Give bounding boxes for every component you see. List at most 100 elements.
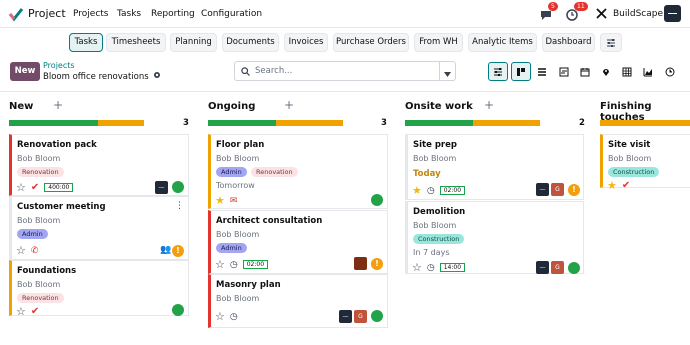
- task-tag: Construction: [608, 167, 660, 177]
- task-card[interactable]: Site prep Bob Bloom Today ★ ◷ 02:00 — G …: [405, 134, 584, 200]
- clock-icon[interactable]: ◷: [230, 312, 238, 322]
- avatar[interactable]: G: [551, 261, 564, 274]
- card-footer: ★ ✉: [215, 194, 237, 207]
- star-icon[interactable]: ☆: [16, 244, 26, 257]
- chat-button[interactable]: 5: [540, 2, 558, 25]
- tools-icon[interactable]: [596, 8, 607, 19]
- column-progress-bar[interactable]: [208, 120, 343, 126]
- task-assignee: Bob Bloom: [216, 154, 260, 163]
- warning-icon[interactable]: !: [172, 245, 184, 257]
- column-add-button[interactable]: +: [284, 98, 294, 112]
- gear-icon[interactable]: [153, 71, 161, 79]
- task-assignee: Bob Bloom: [608, 154, 652, 163]
- column-progress-bar[interactable]: [9, 120, 144, 126]
- tab-documents[interactable]: Documents: [222, 33, 279, 52]
- tab-dashboard[interactable]: Dashboard: [542, 33, 595, 52]
- view-map-button[interactable]: [596, 62, 616, 81]
- task-card[interactable]: Foundations Bob Bloom Renovation ☆ ✔: [9, 260, 189, 318]
- check-icon[interactable]: ✔: [31, 182, 39, 193]
- task-card[interactable]: Site visit Bob Bloom Construction ★ ✔: [600, 134, 690, 192]
- more-icon[interactable]: ⋮: [175, 201, 184, 211]
- company-switcher[interactable]: BuildScape: [613, 9, 663, 19]
- activity-button[interactable]: 11: [566, 2, 588, 25]
- envelope-icon[interactable]: ✉: [230, 196, 238, 206]
- clock-icon[interactable]: ◷: [427, 186, 435, 196]
- status-dot[interactable]: [172, 304, 184, 316]
- task-card[interactable]: Masonry plan Bob Bloom ☆ ◷ — G: [208, 274, 388, 328]
- star-icon[interactable]: ☆: [16, 181, 26, 194]
- menu-reporting[interactable]: Reporting: [151, 9, 195, 19]
- menu-configuration[interactable]: Configuration: [201, 9, 262, 19]
- avatar[interactable]: G: [354, 310, 367, 323]
- avatar[interactable]: —: [536, 183, 549, 196]
- star-icon[interactable]: ☆: [215, 258, 225, 271]
- search-toggle-button[interactable]: [439, 62, 455, 80]
- phone-icon[interactable]: ✆: [31, 246, 39, 256]
- avatar-photo[interactable]: [354, 257, 367, 270]
- star-filled-icon[interactable]: ★: [215, 194, 225, 207]
- status-dot[interactable]: [568, 262, 580, 274]
- app-name[interactable]: Project: [28, 7, 66, 20]
- avatar[interactable]: —: [339, 310, 352, 323]
- tab-analytic-items[interactable]: Analytic Items: [468, 33, 537, 52]
- menu-projects[interactable]: Projects: [73, 9, 108, 19]
- avatar[interactable]: —: [536, 261, 549, 274]
- column-add-button[interactable]: +: [53, 98, 63, 112]
- subnav-settings-button[interactable]: [600, 33, 622, 52]
- card-footer: ★ ◷ 02:00: [412, 184, 466, 197]
- task-tag: Renovation: [251, 167, 298, 177]
- star-filled-icon[interactable]: ★: [607, 179, 617, 192]
- app-logo-icon[interactable]: [8, 6, 24, 22]
- tab-timesheets[interactable]: Timesheets: [106, 33, 166, 52]
- clock-icon[interactable]: ◷: [230, 260, 238, 270]
- check-icon[interactable]: ✔: [31, 306, 39, 317]
- status-dot[interactable]: [172, 181, 184, 193]
- status-dot[interactable]: [371, 194, 383, 206]
- menu-tasks[interactable]: Tasks: [117, 9, 141, 19]
- star-icon[interactable]: ☆: [215, 310, 225, 323]
- star-icon[interactable]: ☆: [412, 261, 422, 274]
- column-add-button[interactable]: +: [484, 98, 494, 112]
- view-pivot-button[interactable]: [617, 62, 637, 81]
- tab-tasks[interactable]: Tasks: [69, 33, 103, 52]
- avatar[interactable]: G: [551, 183, 564, 196]
- task-card[interactable]: Renovation pack Bob Bloom Renovation ☆ ✔…: [9, 134, 189, 196]
- view-list-button[interactable]: [532, 62, 552, 81]
- tab-planning[interactable]: Planning: [170, 33, 217, 52]
- star-filled-icon[interactable]: ★: [412, 184, 422, 197]
- column-progress-bar[interactable]: [600, 120, 690, 126]
- warning-icon[interactable]: !: [568, 184, 580, 196]
- task-card[interactable]: Demolition Bob Bloom Construction In 7 d…: [405, 201, 584, 274]
- star-icon[interactable]: ☆: [16, 305, 26, 318]
- task-card[interactable]: Architect consultation Bob Bloom Admin ☆…: [208, 210, 388, 274]
- check-icon[interactable]: ✔: [622, 180, 630, 191]
- chat-badge: 5: [548, 2, 558, 11]
- view-kanban-button[interactable]: [511, 62, 531, 81]
- warning-icon[interactable]: !: [371, 258, 383, 270]
- user-avatar[interactable]: [664, 5, 681, 22]
- view-gantt-button[interactable]: [554, 62, 574, 81]
- user-group-icon: 👥: [160, 245, 172, 255]
- task-card[interactable]: Customer meeting ⋮ Bob Bloom Admin ☆ ✆ 👥…: [9, 196, 189, 260]
- tab-purchase-orders[interactable]: Purchase Orders: [333, 33, 409, 52]
- search-input[interactable]: Search...: [255, 66, 292, 76]
- clock-icon[interactable]: ◷: [427, 263, 435, 273]
- view-calendar-button[interactable]: [575, 62, 595, 81]
- breadcrumb-projects[interactable]: Projects: [43, 61, 75, 70]
- new-button[interactable]: New: [10, 62, 40, 81]
- task-card[interactable]: Floor plan Bob Bloom Admin Renovation To…: [208, 134, 388, 209]
- task-title: Customer meeting: [17, 202, 106, 212]
- tab-invoices[interactable]: Invoices: [284, 33, 328, 52]
- avatar[interactable]: —: [155, 181, 168, 194]
- gantt-icon: [559, 67, 569, 76]
- view-graph-button[interactable]: [638, 62, 658, 81]
- tab-from-wh[interactable]: From WH: [414, 33, 463, 52]
- view-activity-button[interactable]: [660, 62, 680, 81]
- search-bar[interactable]: Search...: [234, 61, 456, 81]
- column-progress-bar[interactable]: [405, 120, 540, 126]
- task-title: Floor plan: [216, 140, 265, 150]
- filter-panel-toggle[interactable]: [488, 62, 508, 81]
- status-dot[interactable]: [371, 310, 383, 322]
- project-subnav: Tasks Timesheets Planning Documents Invo…: [0, 28, 690, 58]
- task-title: Foundations: [17, 266, 77, 276]
